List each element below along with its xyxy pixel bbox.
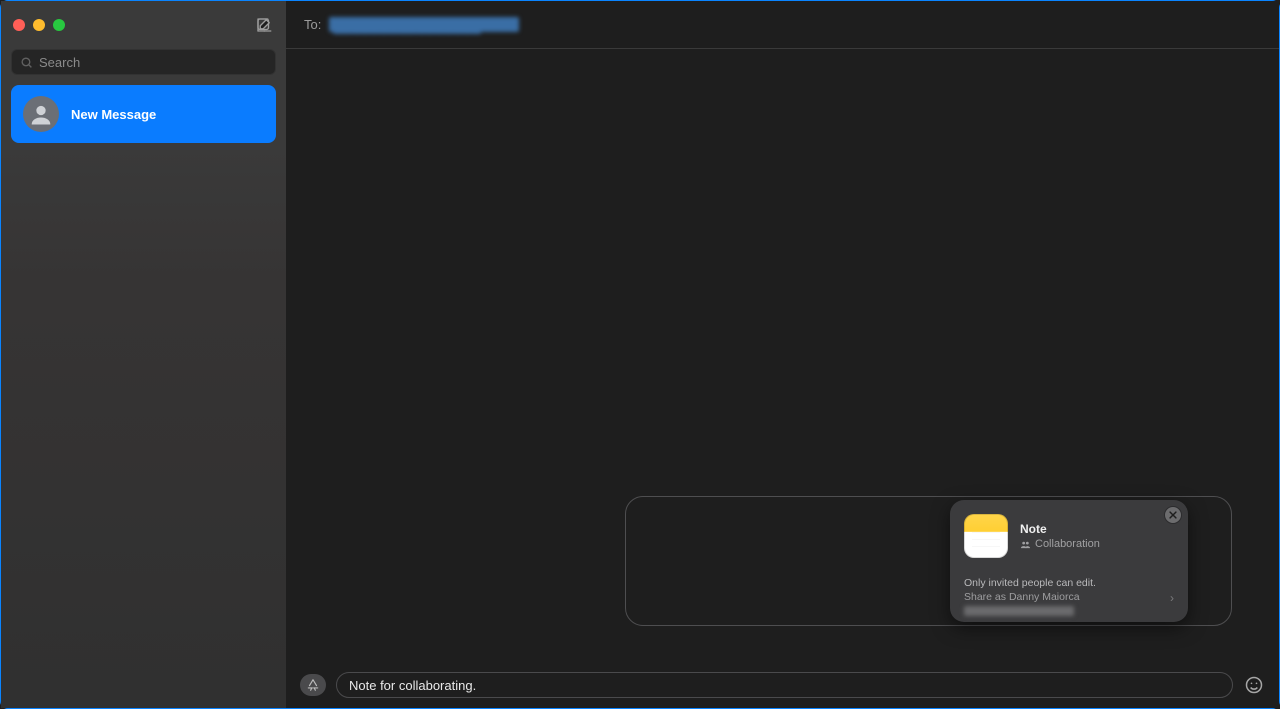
person-icon [27,100,55,128]
conversation-item[interactable]: New Message [11,85,276,143]
compose-row: Note for collaborating. [286,664,1279,708]
share-card-subtitle-text: Collaboration [1035,538,1100,550]
message-input[interactable]: Note for collaborating. [336,672,1233,698]
minimize-window-button[interactable] [33,19,45,31]
search-container: Search [1,49,286,85]
to-bar: To: ████████████████ [286,1,1279,49]
search-icon [20,56,33,69]
zoom-window-button[interactable] [53,19,65,31]
share-as-text: Share as Danny Maiorca [964,590,1174,604]
conversation-list: New Message [1,85,286,143]
share-card-subtitle: Collaboration [1020,538,1100,550]
message-thread: Note Collaboration Only invited people c… [286,49,1279,664]
emoji-icon [1244,675,1264,695]
titlebar [1,1,286,49]
close-icon [1168,510,1178,520]
close-share-card-button[interactable] [1164,506,1182,524]
share-as-redacted [964,606,1074,616]
compose-icon [255,16,273,34]
main-panel: To: ████████████████ Note Collaboration … [286,1,1279,708]
share-card-title: Note [1020,522,1100,536]
people-icon [1020,539,1031,550]
message-input-text: Note for collaborating. [349,678,476,693]
share-card[interactable]: Note Collaboration Only invited people c… [950,500,1188,622]
notes-app-icon [964,514,1008,558]
to-label: To: [304,17,321,32]
share-permission-text: Only invited people can edit. [964,576,1174,590]
emoji-button[interactable] [1243,674,1265,696]
window-controls [13,19,65,31]
compose-button[interactable] [254,15,274,35]
conversation-title: New Message [71,107,156,122]
search-placeholder: Search [39,55,80,70]
apps-button[interactable] [300,674,326,696]
chevron-right-icon: › [1170,590,1174,606]
appstore-icon [306,678,320,692]
avatar [23,96,59,132]
share-card-header: Note Collaboration [964,514,1174,558]
sidebar: Search New Message [1,1,286,708]
share-card-body[interactable]: Only invited people can edit. Share as D… [964,576,1174,621]
to-recipient-redacted[interactable]: ████████████████ [329,17,519,32]
search-input[interactable]: Search [11,49,276,75]
close-window-button[interactable] [13,19,25,31]
